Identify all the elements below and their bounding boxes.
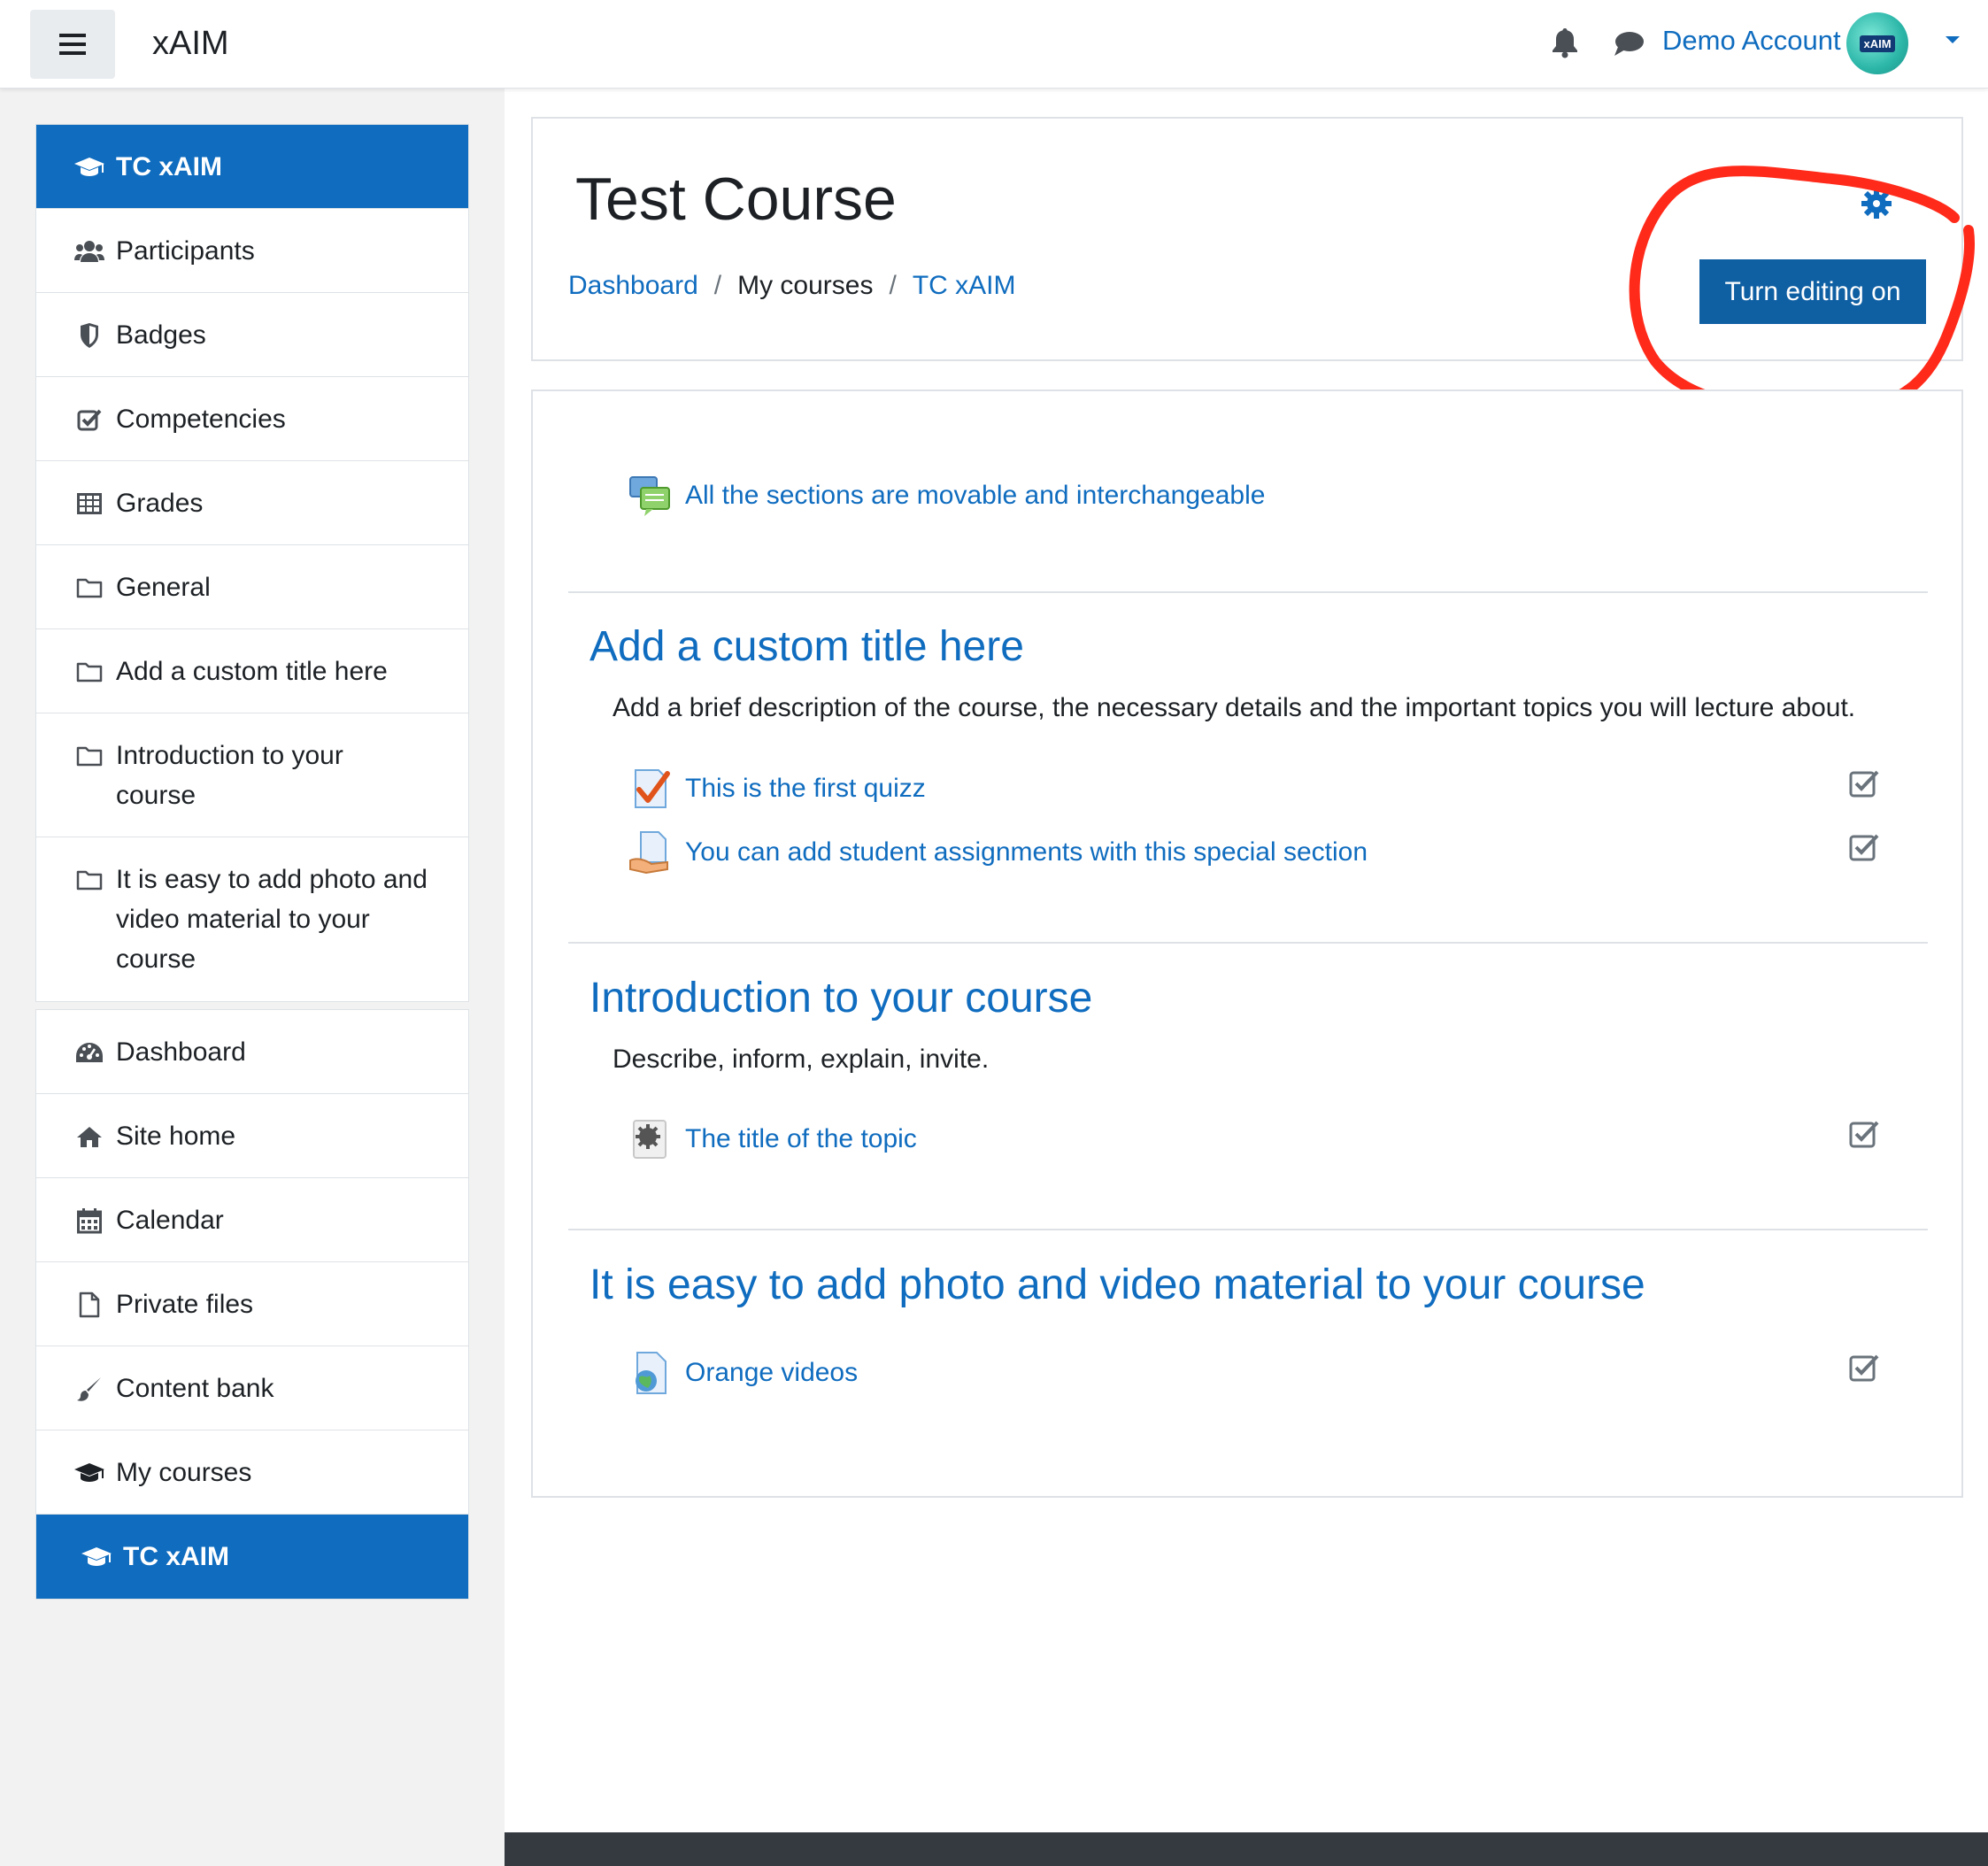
activity-name: Orange videos: [685, 1358, 859, 1387]
completion-check-icon[interactable]: [1849, 832, 1879, 862]
forum-icon: [628, 474, 673, 518]
home-icon: [73, 1116, 105, 1156]
course-content-card: [531, 389, 1963, 1498]
gear-page-icon: [628, 1117, 673, 1161]
nav-item-badges[interactable]: Badges: [36, 293, 468, 377]
nav-item-competencies[interactable]: Competencies: [36, 377, 468, 461]
nav-item-label: Competencies: [116, 405, 286, 434]
user-menu-name[interactable]: Demo Account: [1662, 25, 1841, 57]
nav-item-my-courses[interactable]: My courses: [36, 1430, 468, 1515]
section-summary: Describe, inform, explain, invite.: [613, 1045, 990, 1074]
nav-item-label: Participants: [116, 236, 255, 266]
nav-item-general[interactable]: General: [36, 545, 468, 629]
nav-item-grades[interactable]: Grades: [36, 461, 468, 545]
graduation-cap-icon: [81, 1537, 112, 1577]
breadcrumb-my-courses[interactable]: My courses: [737, 271, 873, 301]
activity-forum-link[interactable]: All the sections are movable and interch…: [628, 474, 1265, 518]
activity-name: The title of the topic: [685, 1124, 917, 1153]
assignment-icon: [628, 830, 673, 875]
activity-name: All the sections are movable and interch…: [685, 481, 1266, 510]
notifications-bell-icon[interactable]: [1551, 27, 1579, 58]
nav-item-private-files[interactable]: Private files: [36, 1262, 468, 1346]
folder-icon: [73, 736, 105, 775]
breadcrumb-separator: /: [889, 271, 897, 300]
red-circle-annotation: [1629, 166, 1975, 417]
breadcrumb-dashboard[interactable]: Dashboard: [568, 271, 698, 301]
avatar-logo-text: xAIM: [1860, 35, 1895, 52]
activity-name: You can add student assignments with thi…: [685, 837, 1368, 867]
folder-icon: [73, 652, 105, 691]
nav-item-participants[interactable]: Participants: [36, 209, 468, 293]
activity-url-link[interactable]: Orange videos: [628, 1351, 858, 1395]
user-avatar[interactable]: xAIM: [1846, 12, 1908, 74]
quiz-icon: [628, 767, 673, 811]
section-title[interactable]: Add a custom title here: [589, 622, 1024, 671]
graduation-cap-icon: [73, 1453, 105, 1492]
activity-assignment-link[interactable]: You can add student assignments with thi…: [628, 830, 1368, 875]
nav-item-label: TC xAIM: [116, 152, 222, 181]
nav-item-calendar[interactable]: Calendar: [36, 1178, 468, 1262]
nav-item-label: Add a custom title here: [116, 657, 388, 686]
completion-check-icon[interactable]: [1849, 768, 1879, 798]
site-nav-group: Dashboard Site home Calendar Private fil…: [35, 1009, 469, 1600]
section-divider: [568, 1229, 1928, 1230]
nav-item-label: It is easy to add photo and video materi…: [116, 865, 428, 974]
dashboard-icon: [73, 1032, 105, 1072]
nav-item-label: My courses: [116, 1458, 252, 1487]
breadcrumb: Dashboard / My courses / TC xAIM: [568, 271, 1016, 301]
completion-check-icon[interactable]: [1849, 1119, 1879, 1149]
nav-item-introduction[interactable]: Introduction to your course: [36, 713, 468, 837]
nav-item-tc-xaim[interactable]: TC xAIM: [36, 125, 468, 209]
nav-item-site-home[interactable]: Site home: [36, 1094, 468, 1178]
activity-name: This is the first quizz: [685, 774, 926, 803]
menu-toggle-button[interactable]: [30, 10, 115, 79]
nav-item-label: TC xAIM: [123, 1542, 229, 1571]
users-icon: [73, 231, 105, 271]
paintbrush-icon: [73, 1369, 105, 1408]
nav-item-photo-video[interactable]: It is easy to add photo and video materi…: [36, 837, 468, 1001]
table-icon: [73, 483, 105, 523]
left-nav-drawer: TC xAIM Participants Badges Competencies…: [0, 89, 505, 1866]
nav-item-content-bank[interactable]: Content bank: [36, 1346, 468, 1430]
folder-icon: [73, 860, 105, 899]
top-navbar: xAIM Demo Account xAIM: [0, 0, 1988, 89]
page-title: Test Course: [575, 166, 897, 233]
url-globe-icon: [628, 1351, 673, 1395]
section-title[interactable]: It is easy to add photo and video materi…: [589, 1261, 1645, 1309]
breadcrumb-course[interactable]: TC xAIM: [913, 271, 1016, 301]
section-divider: [568, 942, 1928, 944]
file-icon: [73, 1284, 105, 1324]
nav-item-label: Badges: [116, 320, 206, 350]
section-summary: Add a brief description of the course, t…: [613, 693, 1856, 722]
nav-item-label: Site home: [116, 1122, 236, 1151]
breadcrumb-separator: /: [713, 271, 722, 300]
nav-item-tc-xaim-current[interactable]: TC xAIM: [36, 1515, 468, 1599]
nav-item-label: General: [116, 573, 211, 602]
page-footer: [505, 1832, 1988, 1866]
shield-icon: [73, 315, 105, 355]
messages-bubble-icon[interactable]: [1613, 29, 1645, 58]
check-square-icon: [73, 399, 105, 439]
nav-item-dashboard[interactable]: Dashboard: [36, 1010, 468, 1094]
nav-item-label: Private files: [116, 1290, 254, 1319]
nav-item-custom-title[interactable]: Add a custom title here: [36, 629, 468, 713]
completion-check-icon[interactable]: [1849, 1353, 1879, 1383]
section-title[interactable]: Introduction to your course: [589, 974, 1092, 1022]
nav-item-label: Dashboard: [116, 1037, 246, 1067]
chevron-down-icon[interactable]: [1944, 34, 1961, 46]
nav-item-label: Introduction to your course: [116, 741, 343, 810]
site-brand[interactable]: xAIM: [152, 25, 229, 63]
course-nav-group: TC xAIM Participants Badges Competencies…: [35, 124, 469, 1002]
activity-page-link[interactable]: The title of the topic: [628, 1117, 917, 1161]
nav-item-label: Calendar: [116, 1206, 224, 1235]
calendar-icon: [73, 1200, 105, 1240]
folder-icon: [73, 567, 105, 607]
activity-quiz-link[interactable]: This is the first quizz: [628, 767, 926, 811]
hamburger-icon: [59, 34, 86, 55]
nav-item-label: Content bank: [116, 1374, 274, 1403]
nav-item-label: Grades: [116, 489, 204, 518]
section-divider: [568, 591, 1928, 593]
graduation-cap-icon: [73, 147, 105, 187]
